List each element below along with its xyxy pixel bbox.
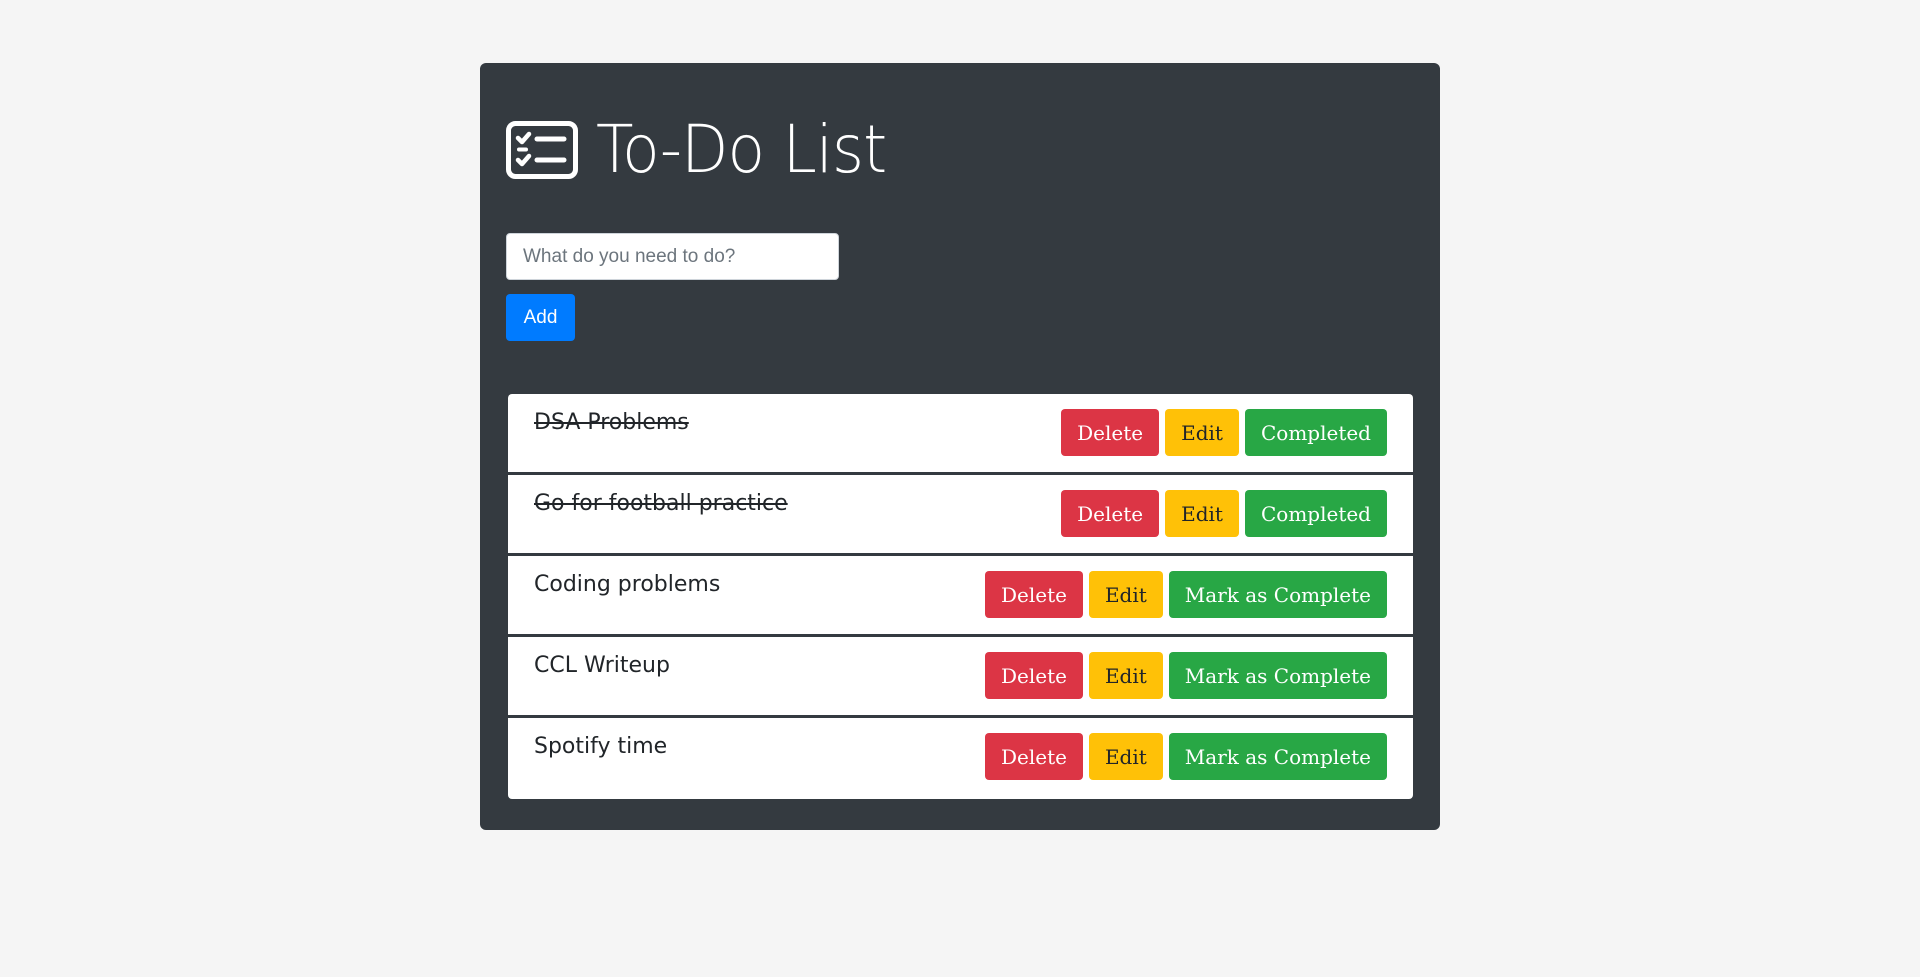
task-actions: Delete Edit Mark as Complete: [984, 571, 1387, 618]
add-button[interactable]: Add: [506, 294, 575, 341]
completed-button[interactable]: Completed: [1244, 490, 1387, 537]
delete-button[interactable]: Delete: [1061, 409, 1160, 456]
task-text: Go for football practice: [534, 491, 788, 516]
task-row: Coding problems Delete Edit Mark as Complet…: [508, 556, 1413, 637]
task-actions: Delete Edit Mark as Complete: [984, 733, 1387, 780]
task-row: DSA Problems Delete Edit Completed: [508, 394, 1413, 475]
task-actions: Delete Edit Completed: [1061, 490, 1387, 537]
task-text: Spotify time: [534, 734, 668, 759]
edit-button[interactable]: Edit: [1165, 409, 1239, 456]
todo-card: To-Do List Add DSA ProblemsDeleteEditCom…: [480, 63, 1440, 830]
delete-button[interactable]: Delete: [984, 652, 1083, 699]
delete-button[interactable]: Delete: [984, 571, 1083, 618]
task-list: DSA Problems Delete Edit Completed Go for fo…: [508, 394, 1413, 799]
page-header: To-Do List: [506, 117, 908, 183]
task-text: Coding problems: [534, 572, 721, 597]
mark-complete-button[interactable]: Mark as Complete: [1168, 733, 1387, 780]
delete-button[interactable]: Delete: [984, 733, 1083, 780]
task-row: Go for football practice Delete Edit Comple…: [508, 475, 1413, 556]
mark-complete-button[interactable]: Mark as Complete: [1168, 652, 1387, 699]
task-row: CCL Writeup Delete Edit Mark as Complete: [508, 637, 1413, 718]
task-text: CCL Writeup: [534, 653, 670, 678]
delete-button[interactable]: Delete: [1061, 490, 1160, 537]
task-actions: Delete Edit Mark as Complete: [984, 652, 1387, 699]
task-row: Spotify time Delete Edit Mark as Complete: [508, 718, 1413, 799]
task-text: DSA Problems: [534, 410, 689, 435]
edit-button[interactable]: Edit: [1088, 571, 1163, 618]
edit-button[interactable]: Edit: [1088, 733, 1163, 780]
completed-button[interactable]: Completed: [1244, 409, 1387, 456]
mark-complete-button[interactable]: Mark as Complete: [1168, 571, 1387, 618]
edit-button[interactable]: Edit: [1088, 652, 1163, 699]
task-actions: Delete Edit Completed: [1061, 409, 1387, 456]
checklist-icon: [506, 121, 578, 179]
task-input[interactable]: [506, 233, 839, 280]
edit-button[interactable]: Edit: [1165, 490, 1239, 537]
page-title: To-Do List: [596, 111, 887, 188]
